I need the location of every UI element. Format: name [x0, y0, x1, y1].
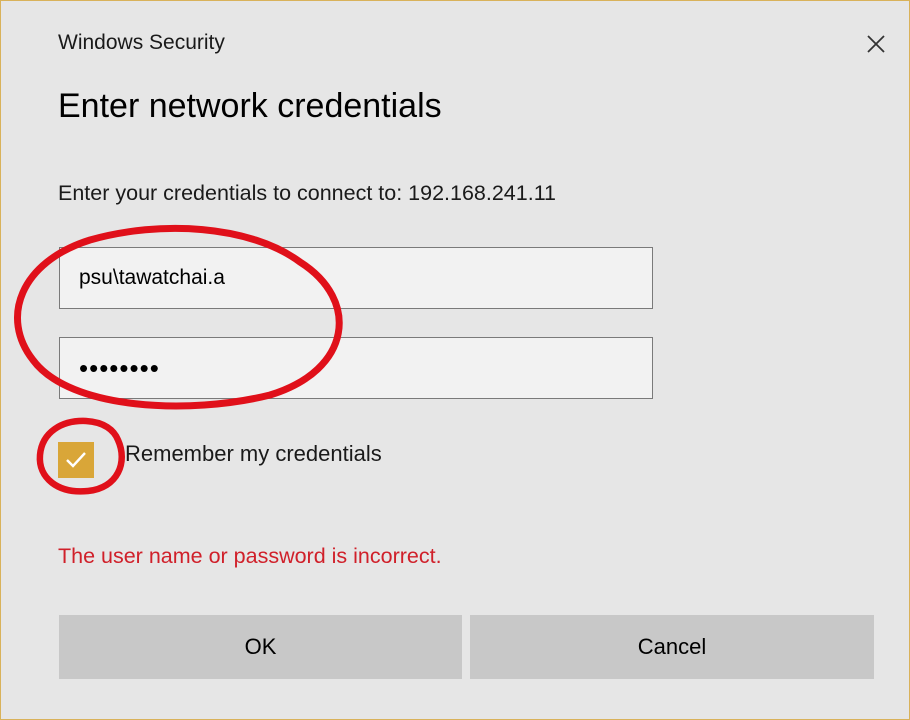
close-button[interactable]: [863, 31, 889, 57]
password-field[interactable]: [59, 337, 653, 399]
connect-description: Enter your credentials to connect to: 19…: [58, 181, 557, 205]
remember-checkbox[interactable]: [58, 442, 94, 478]
close-icon: [867, 35, 885, 53]
error-message: The user name or password is incorrect.: [58, 544, 442, 568]
checkmark-icon: [66, 452, 86, 468]
window-title: Windows Security: [58, 31, 225, 54]
ok-button[interactable]: OK: [59, 615, 462, 679]
credentials-dialog: Windows Security Enter network credentia…: [0, 0, 910, 720]
cancel-button[interactable]: Cancel: [470, 615, 874, 679]
username-field[interactable]: [59, 247, 653, 309]
remember-label[interactable]: Remember my credentials: [125, 441, 382, 467]
dialog-heading: Enter network credentials: [58, 87, 442, 125]
